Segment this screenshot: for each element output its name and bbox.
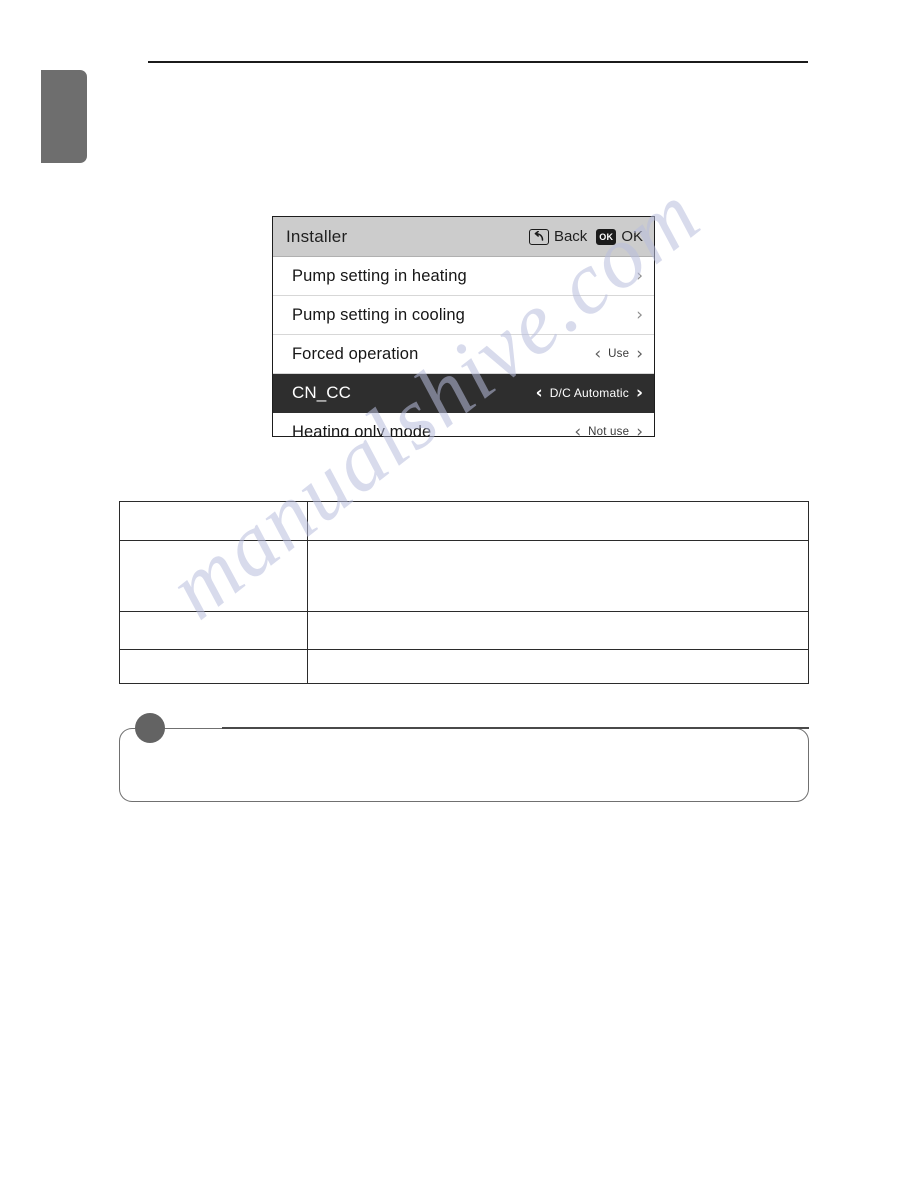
screen-title: Installer	[286, 226, 348, 246]
page-header-rule	[148, 61, 808, 63]
chevron-right-icon[interactable]: ›	[636, 384, 643, 402]
note-bullet-icon	[135, 713, 165, 743]
chevron-left-icon[interactable]: ‹	[536, 384, 543, 402]
list-item-control: ‹ Use ›	[594, 345, 643, 363]
ok-label: OK	[621, 228, 643, 245]
table-cell-label	[119, 649, 308, 684]
controller-screen-header: Installer Back OK OK	[273, 217, 654, 257]
table-row	[119, 649, 809, 684]
table-cell-value	[307, 540, 809, 612]
chevron-right-icon[interactable]: ›	[636, 267, 643, 285]
screen-header-actions: Back OK OK	[528, 228, 643, 245]
list-item-value: Not use	[588, 426, 630, 437]
controller-screen: Installer Back OK OK Pump setting in hea…	[272, 216, 655, 437]
chevron-right-icon[interactable]: ›	[636, 345, 643, 363]
chevron-left-icon[interactable]: ‹	[594, 345, 601, 363]
table-cell-label	[119, 540, 308, 612]
table-cell-value	[307, 611, 809, 650]
list-item-control: ›	[636, 306, 643, 324]
ok-action[interactable]: OK OK	[596, 228, 643, 245]
settings-list: Pump setting in heating › Pump setting i…	[273, 257, 654, 437]
list-item-label: Pump setting in cooling	[292, 305, 465, 324]
table-cell-value	[307, 649, 809, 684]
list-item-pump-setting-cooling[interactable]: Pump setting in cooling ›	[273, 296, 654, 335]
list-item-control: ‹ D/C Automatic ›	[536, 384, 643, 402]
table-cell-label	[119, 611, 308, 650]
table-cell-value	[307, 501, 809, 541]
back-action[interactable]: Back	[528, 228, 588, 245]
note-box	[119, 728, 809, 802]
list-item-value: D/C Automatic	[549, 386, 629, 400]
back-arrow-icon	[528, 228, 549, 245]
list-item-label: Forced operation	[292, 344, 419, 363]
list-item-pump-setting-heating[interactable]: Pump setting in heating ›	[273, 257, 654, 296]
list-item-label: CN_CC	[292, 383, 352, 402]
page-side-tab	[41, 70, 87, 163]
list-item-heating-only-mode[interactable]: Heating only mode ‹ Not use ›	[273, 413, 654, 437]
list-item-value: Use	[608, 348, 630, 360]
list-item-control: ‹ Not use ›	[574, 423, 643, 437]
list-item-cn-cc[interactable]: CN_CC ‹ D/C Automatic ›	[273, 374, 654, 413]
chevron-left-icon[interactable]: ‹	[574, 423, 581, 436]
table-row	[119, 540, 809, 612]
ok-key-icon: OK	[596, 228, 617, 245]
chevron-right-icon[interactable]: ›	[636, 306, 643, 324]
list-item-label: Heating only mode	[292, 422, 432, 437]
specification-table	[119, 501, 809, 684]
list-item-forced-operation[interactable]: Forced operation ‹ Use ›	[273, 335, 654, 374]
note-callout	[119, 713, 809, 802]
chevron-right-icon[interactable]: ›	[636, 423, 643, 436]
table-row	[119, 501, 809, 541]
list-item-control: ›	[636, 267, 643, 285]
note-divider-rule	[222, 727, 809, 729]
table-row	[119, 611, 809, 650]
list-item-label: Pump setting in heating	[292, 266, 467, 285]
table-cell-label	[119, 501, 308, 541]
back-label: Back	[553, 228, 588, 245]
